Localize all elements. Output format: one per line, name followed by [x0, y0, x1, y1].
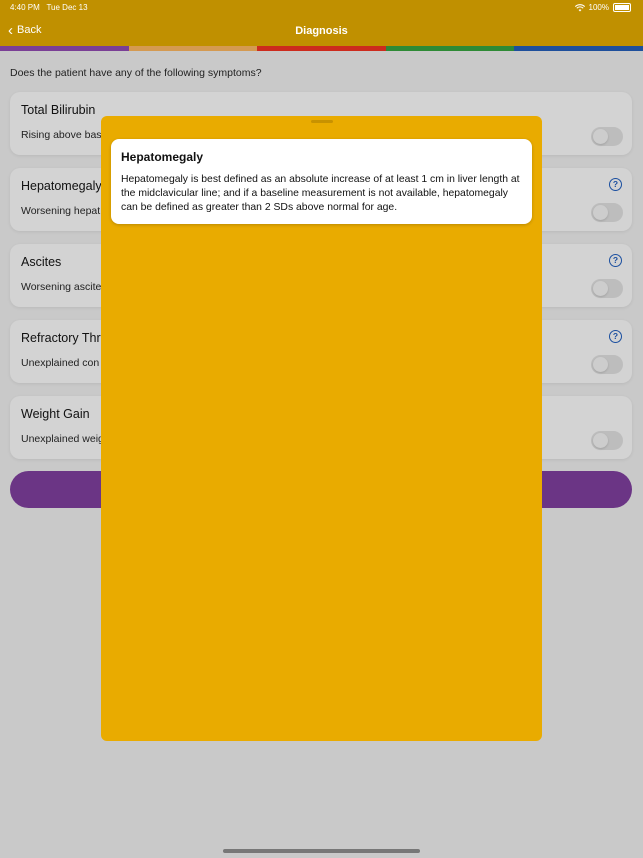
stripe-red — [257, 46, 386, 51]
status-bar: 4:40 PM Tue Dec 13 100% — [0, 0, 643, 16]
stripe-orange — [128, 46, 258, 51]
sheet-grabber[interactable] — [311, 120, 333, 123]
info-card: Hepatomegaly Hepatomegaly is best define… — [111, 139, 532, 224]
card-subtitle: Rising above bas — [21, 129, 102, 141]
color-stripe-bar — [0, 46, 643, 51]
stripe-green — [385, 46, 515, 51]
home-indicator — [223, 849, 420, 853]
card-subtitle: Worsening ascite — [21, 281, 102, 293]
stripe-purple — [0, 46, 129, 51]
card-subtitle: Unexplained con — [21, 357, 100, 369]
card-title: Ascites — [21, 255, 62, 269]
card-title: Hepatomegaly — [21, 179, 102, 193]
card-title: Refractory Thr — [21, 331, 101, 345]
symptom-toggle[interactable] — [591, 127, 623, 146]
card-title: Weight Gain — [21, 407, 90, 421]
battery-percent: 100% — [588, 3, 609, 12]
battery-icon — [613, 3, 631, 12]
help-icon[interactable]: ? — [609, 178, 622, 191]
nav-bar: ‹ Back Diagnosis — [0, 16, 643, 46]
symptom-toggle[interactable] — [591, 355, 623, 374]
help-icon[interactable]: ? — [609, 254, 622, 267]
symptom-toggle[interactable] — [591, 279, 623, 298]
info-title: Hepatomegaly — [121, 150, 204, 164]
status-indicators: 100% — [574, 3, 631, 12]
symptom-toggle[interactable] — [591, 203, 623, 222]
card-title: Total Bilirubin — [21, 103, 96, 117]
stripe-blue — [514, 46, 643, 51]
info-body: Hepatomegaly is best defined as an absol… — [121, 174, 520, 213]
card-subtitle: Unexplained weig — [21, 433, 104, 445]
symptom-toggle[interactable] — [591, 431, 623, 450]
info-sheet: Hepatomegaly Hepatomegaly is best define… — [101, 116, 542, 741]
status-time: 4:40 PM Tue Dec 13 — [10, 3, 88, 12]
help-icon[interactable]: ? — [609, 330, 622, 343]
question-text: Does the patient have any of the followi… — [10, 67, 262, 79]
page-title: Diagnosis — [295, 25, 348, 37]
card-subtitle: Worsening hepat — [21, 205, 101, 217]
wifi-icon — [574, 3, 585, 11]
